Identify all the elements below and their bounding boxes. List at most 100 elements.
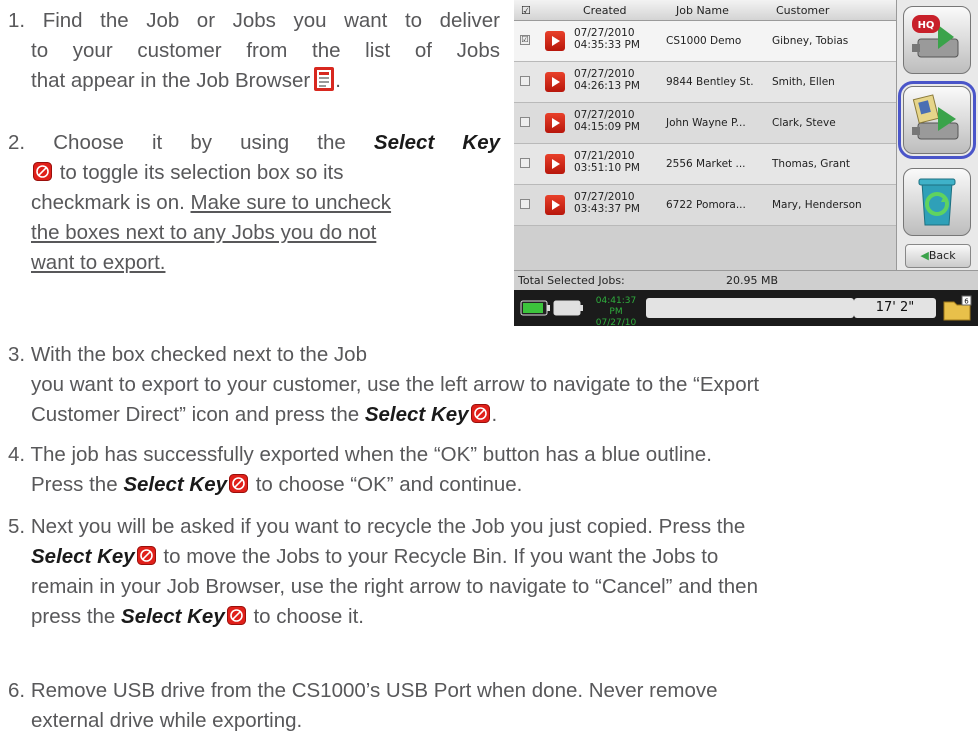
- select-key-label: Select Key: [364, 403, 469, 426]
- step-text: With the box checked next to the Job: [30, 343, 367, 366]
- header-checkbox[interactable]: ☑: [521, 4, 531, 17]
- step-text: the boxes next to any Jobs you do not: [31, 221, 377, 244]
- status-message-field: [646, 298, 854, 318]
- folder-icon[interactable]: 6: [942, 294, 972, 322]
- header-created[interactable]: Created: [583, 4, 627, 17]
- row-checkbox[interactable]: [520, 158, 530, 168]
- step-3: 3. With the box checked next to the Job …: [8, 340, 976, 430]
- row-customer: Smith, Ellen: [772, 76, 835, 88]
- row-job-name: 6722 Pomora...: [666, 199, 746, 211]
- step-number: 4.: [8, 443, 26, 466]
- clock-time: 04:41:37 PM: [595, 296, 637, 317]
- step-5: 5. Next you will be asked if you want to…: [8, 512, 976, 632]
- select-key-icon: [229, 472, 249, 493]
- select-key-label: Select Key: [373, 131, 501, 154]
- table-row[interactable]: 07/27/2010 03:43:37 PM 6722 Pomora... Mar…: [514, 185, 896, 226]
- step-text: to toggle its selection box so its: [59, 161, 344, 184]
- step-text: Find the Job or Jobs you want to deliver: [42, 9, 500, 32]
- step-text: Remove USB drive from the CS1000’s USB P…: [30, 679, 718, 702]
- step-2: 2. Choose it by using the Select Key to …: [8, 128, 500, 278]
- total-size: 20.95 MB: [726, 274, 779, 287]
- usb-hq-icon: HQ: [912, 15, 959, 58]
- row-date: 07/27/2010: [574, 68, 635, 80]
- row-time: 04:35:33 PM: [574, 39, 640, 51]
- recycle-bin-icon: [918, 178, 956, 226]
- header-job-name[interactable]: Job Name: [676, 4, 729, 17]
- play-icon[interactable]: [545, 113, 565, 133]
- row-checkbox[interactable]: [520, 76, 530, 86]
- total-label: Total Selected Jobs:: [518, 274, 625, 287]
- clock: 04:41:37 PM 07/27/10: [590, 296, 642, 329]
- export-customer-direct-button[interactable]: [898, 81, 976, 159]
- row-checkbox[interactable]: ☑: [520, 35, 530, 45]
- job-browser-table: ☑ Created Job Name Customer ☑ 07/27/2010…: [514, 0, 896, 270]
- table-row[interactable]: 07/27/2010 04:15:09 PM John Wayne P... Cl…: [514, 103, 896, 144]
- row-customer: Gibney, Tobias: [772, 35, 849, 47]
- row-job-name: CS1000 Demo: [666, 35, 742, 47]
- step-number: 5.: [8, 515, 26, 538]
- select-key-label: Select Key: [121, 605, 225, 628]
- export-customer-direct-icon: [912, 94, 959, 140]
- step-text: press the: [31, 605, 116, 628]
- svg-text:6: 6: [964, 298, 969, 306]
- step-1: 1. Find the Job or Jobs you want to deli…: [8, 9, 500, 92]
- step-text: Next you will be asked if you want to re…: [30, 515, 746, 538]
- play-icon[interactable]: [545, 31, 565, 51]
- step-text: Press the: [31, 473, 118, 496]
- step-number: 6.: [8, 679, 26, 702]
- select-key-label: Select Key: [31, 545, 135, 568]
- table-header: ☑ Created Job Name Customer: [514, 0, 896, 21]
- battery-icon: [520, 300, 583, 316]
- step-text: checkmark is on.: [31, 191, 185, 214]
- row-time: 03:43:37 PM: [574, 203, 640, 215]
- row-job-name: 9844 Bentley St.: [666, 76, 754, 88]
- play-icon[interactable]: [545, 195, 565, 215]
- device-screen: ☑ Created Job Name Customer ☑ 07/27/2010…: [514, 0, 978, 329]
- table-row[interactable]: 07/21/2010 03:51:10 PM 2556 Market ... Th…: [514, 144, 896, 185]
- step-text: to move the Jobs to your Recycle Bin. If…: [163, 545, 719, 568]
- row-date: 07/27/2010: [574, 109, 635, 121]
- step-text: Choose it by using the: [53, 131, 346, 154]
- step-number: 3.: [8, 343, 26, 366]
- row-date: 07/27/2010: [574, 27, 635, 39]
- header-customer[interactable]: Customer: [776, 4, 829, 17]
- step-text: you want to export to your customer, use…: [31, 373, 760, 396]
- step-4: 4. The job has successfully exported whe…: [8, 440, 976, 500]
- action-sidebar: HQ ◀Back: [896, 0, 978, 270]
- step-number: 1.: [8, 9, 26, 32]
- row-checkbox[interactable]: [520, 117, 530, 127]
- row-date: 07/27/2010: [574, 191, 635, 203]
- select-key-icon: [470, 402, 490, 423]
- row-customer: Thomas, Grant: [772, 158, 850, 170]
- total-selected-bar: Total Selected Jobs: 20.95 MB: [514, 270, 978, 291]
- row-checkbox[interactable]: [520, 199, 530, 209]
- table-row[interactable]: ☑ 07/27/2010 04:35:33 PM CS1000 Demo Gibn…: [514, 21, 896, 62]
- row-time: 04:15:09 PM: [574, 121, 640, 133]
- distance-counter: 17' 2": [854, 298, 936, 318]
- select-key-icon: [136, 544, 156, 565]
- back-label: Back: [928, 249, 956, 262]
- table-row[interactable]: 07/27/2010 04:26:13 PM 9844 Bentley St. S…: [514, 62, 896, 103]
- step-text: Make sure to uncheck: [190, 191, 392, 214]
- recycle-bin-button[interactable]: [903, 168, 971, 236]
- step-text: Customer Direct” icon and press the: [31, 403, 360, 426]
- step-text: to choose it.: [253, 605, 364, 628]
- row-date: 07/21/2010: [574, 150, 635, 162]
- export-hq-usb-button[interactable]: HQ: [903, 6, 971, 74]
- row-time: 03:51:10 PM: [574, 162, 640, 174]
- step-text: that appear in the Job Browser: [31, 69, 311, 92]
- back-button[interactable]: ◀Back: [905, 244, 971, 268]
- step-text: The job has successfully exported when t…: [30, 443, 712, 466]
- step-text: to choose “OK” and continue.: [255, 473, 523, 496]
- play-icon[interactable]: [545, 154, 565, 174]
- row-customer: Clark, Steve: [772, 117, 836, 129]
- select-key-label: Select Key: [123, 473, 228, 496]
- clock-date: 07/27/10: [595, 318, 637, 328]
- play-icon[interactable]: [545, 72, 565, 92]
- step-text: to your customer from the list of Jobs: [31, 39, 500, 62]
- svg-text:HQ: HQ: [918, 20, 935, 31]
- select-key-icon: [33, 160, 52, 181]
- step-text: external drive while exporting.: [31, 709, 303, 732]
- status-bar: 04:41:37 PM 07/27/10 17' 2" 6: [514, 290, 978, 329]
- select-key-icon: [226, 604, 246, 625]
